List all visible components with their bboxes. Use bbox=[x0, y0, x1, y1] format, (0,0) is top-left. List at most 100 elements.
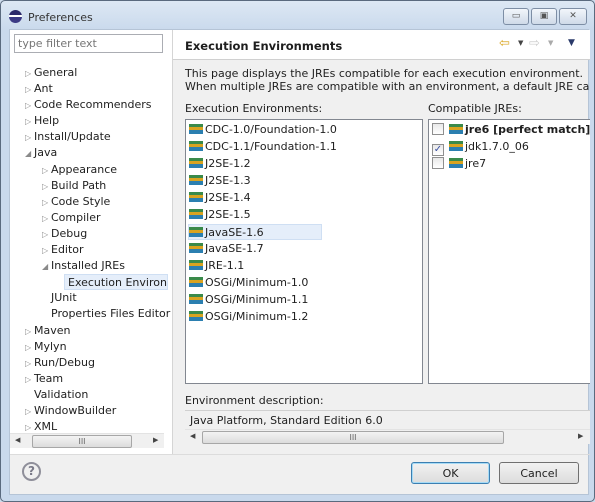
environment-item[interactable]: J2SE-1.2 bbox=[189, 156, 251, 172]
page-description-line2: When multiple JREs are compatible with a… bbox=[185, 80, 590, 93]
collapsed-arrow-icon[interactable]: ▷ bbox=[25, 133, 31, 142]
maximize-button[interactable]: ▣ bbox=[531, 8, 557, 25]
environment-item[interactable]: CDC-1.1/Foundation-1.1 bbox=[189, 139, 337, 155]
scroll-right-icon[interactable]: ▶ bbox=[153, 436, 158, 444]
back-arrow-icon[interactable]: ⇦ bbox=[499, 36, 510, 51]
tree-item[interactable]: Execution Environm bbox=[64, 274, 168, 290]
environment-item[interactable]: J2SE-1.5 bbox=[189, 207, 251, 223]
jre-icon bbox=[449, 158, 463, 168]
tree-item[interactable]: JUnit bbox=[51, 290, 77, 306]
view-menu-icon[interactable]: ▼ bbox=[568, 38, 575, 48]
collapsed-arrow-icon[interactable]: ▷ bbox=[25, 117, 31, 126]
execution-environment-icon bbox=[189, 277, 203, 287]
environment-item[interactable]: JRE-1.1 bbox=[189, 258, 244, 274]
filter-input[interactable] bbox=[14, 34, 163, 53]
environment-item[interactable]: J2SE-1.4 bbox=[189, 190, 251, 206]
tree-item[interactable]: Installed JREs bbox=[51, 258, 125, 274]
environment-item[interactable]: OSGi/Minimum-1.1 bbox=[189, 292, 308, 308]
jre-item[interactable]: jre7 bbox=[432, 156, 486, 172]
tree-item[interactable]: Maven bbox=[34, 323, 70, 339]
scroll-thumb[interactable]: III bbox=[32, 435, 132, 448]
ok-button[interactable]: OK bbox=[411, 462, 490, 484]
tree-item[interactable]: Editor bbox=[51, 242, 84, 258]
collapsed-arrow-icon[interactable]: ▷ bbox=[42, 182, 48, 191]
collapsed-arrow-icon[interactable]: ▷ bbox=[25, 407, 31, 416]
environment-item[interactable]: JavaSE-1.7 bbox=[189, 241, 264, 257]
tree-item[interactable]: Debug bbox=[51, 226, 87, 242]
tree-item-label: Team bbox=[34, 372, 64, 385]
jre-icon bbox=[449, 124, 463, 134]
collapsed-arrow-icon[interactable]: ▷ bbox=[42, 246, 48, 255]
tree-item-label: Mylyn bbox=[34, 340, 67, 353]
compatible-jres-list[interactable]: jre6 [perfect match] ✓ jdk1.7.0_06 jre7 bbox=[428, 119, 590, 384]
collapsed-arrow-icon[interactable]: ▷ bbox=[42, 166, 48, 175]
environment-item[interactable]: J2SE-1.3 bbox=[189, 173, 251, 189]
tree-item[interactable]: WindowBuilder bbox=[34, 403, 116, 419]
environment-item[interactable]: OSGi/Minimum-1.0 bbox=[189, 275, 308, 291]
jre-item[interactable]: jre6 [perfect match] bbox=[432, 122, 590, 138]
scroll-right-icon[interactable]: ▶ bbox=[578, 432, 583, 440]
tree-item[interactable]: Appearance bbox=[51, 162, 117, 178]
collapsed-arrow-icon[interactable]: ▷ bbox=[25, 359, 31, 368]
tree-item[interactable]: Ant bbox=[34, 81, 53, 97]
tree-item[interactable]: Help bbox=[34, 113, 59, 129]
jre-checkbox[interactable] bbox=[432, 157, 444, 169]
tree-item[interactable]: Compiler bbox=[51, 210, 101, 226]
tree-item[interactable]: Validation bbox=[34, 387, 88, 403]
tree-item[interactable]: Run/Debug bbox=[34, 355, 95, 371]
environment-label: JRE-1.1 bbox=[205, 259, 245, 272]
execution-environment-icon bbox=[189, 158, 203, 168]
description-horizontal-scrollbar[interactable]: ◀ III ▶ bbox=[185, 429, 590, 444]
collapsed-arrow-icon[interactable]: ▷ bbox=[25, 101, 31, 110]
tree-item-label: JUnit bbox=[51, 291, 77, 304]
tree-item[interactable]: Properties Files Editor bbox=[51, 306, 170, 322]
tree-item[interactable]: General bbox=[34, 65, 77, 81]
jre-checkbox[interactable] bbox=[432, 123, 444, 135]
environment-item[interactable]: CDC-1.0/Foundation-1.0 bbox=[189, 122, 337, 138]
jre-checkbox[interactable]: ✓ bbox=[432, 144, 444, 156]
jre-item[interactable]: ✓ jdk1.7.0_06 bbox=[432, 139, 529, 156]
collapsed-arrow-icon[interactable]: ▷ bbox=[25, 375, 31, 384]
expanded-arrow-icon[interactable]: ◢ bbox=[25, 149, 31, 158]
collapsed-arrow-icon[interactable]: ▷ bbox=[42, 230, 48, 239]
execution-environment-icon bbox=[189, 294, 203, 304]
collapsed-arrow-icon[interactable]: ▷ bbox=[25, 85, 31, 94]
collapsed-arrow-icon[interactable]: ▷ bbox=[25, 69, 31, 78]
footer-divider bbox=[10, 454, 590, 455]
collapsed-arrow-icon[interactable]: ▷ bbox=[25, 327, 31, 336]
help-button[interactable]: ? bbox=[22, 462, 41, 481]
forward-menu-chevron-icon[interactable]: ▼ bbox=[548, 39, 553, 47]
tree-item-label: Installed JREs bbox=[51, 259, 125, 272]
collapsed-arrow-icon[interactable]: ▷ bbox=[42, 198, 48, 207]
environment-label: J2SE-1.2 bbox=[205, 157, 251, 170]
collapsed-arrow-icon[interactable]: ▷ bbox=[25, 423, 31, 432]
tree-item[interactable]: Install/Update bbox=[34, 129, 111, 145]
tree-item[interactable]: Code Style bbox=[51, 194, 110, 210]
environment-label: OSGi/Minimum-1.2 bbox=[205, 310, 309, 323]
environment-item[interactable]: JavaSE-1.6 bbox=[188, 224, 322, 240]
environment-label: OSGi/Minimum-1.1 bbox=[205, 293, 309, 306]
tree-item[interactable]: Code Recommenders bbox=[34, 97, 152, 113]
expanded-arrow-icon[interactable]: ◢ bbox=[42, 262, 48, 271]
tree-item[interactable]: Build Path bbox=[51, 178, 106, 194]
collapsed-arrow-icon[interactable]: ▷ bbox=[42, 214, 48, 223]
forward-arrow-icon[interactable]: ⇨ bbox=[529, 36, 540, 51]
tree-item[interactable]: Mylyn bbox=[34, 339, 67, 355]
tree-horizontal-scrollbar[interactable]: ◀ III ▶ bbox=[10, 433, 164, 448]
tree-item-label: Editor bbox=[51, 243, 84, 256]
tree-item-label: Run/Debug bbox=[34, 356, 95, 369]
sash-divider[interactable] bbox=[172, 30, 173, 454]
scroll-thumb[interactable]: III bbox=[202, 431, 504, 444]
close-button[interactable]: ✕ bbox=[559, 8, 587, 25]
minimize-button[interactable]: ▭ bbox=[503, 8, 529, 25]
scroll-left-icon[interactable]: ◀ bbox=[15, 436, 20, 444]
collapsed-arrow-icon[interactable]: ▷ bbox=[25, 343, 31, 352]
scroll-left-icon[interactable]: ◀ bbox=[190, 432, 195, 440]
back-menu-chevron-icon[interactable]: ▼ bbox=[518, 39, 523, 47]
environment-item[interactable]: OSGi/Minimum-1.2 bbox=[189, 309, 308, 325]
tree-item[interactable]: Java bbox=[34, 145, 57, 161]
cancel-button[interactable]: Cancel bbox=[499, 462, 579, 484]
tree-item[interactable]: Team bbox=[34, 371, 63, 387]
environments-list[interactable]: CDC-1.0/Foundation-1.0 CDC-1.1/Foundation… bbox=[185, 119, 423, 384]
execution-environment-icon bbox=[189, 192, 203, 202]
